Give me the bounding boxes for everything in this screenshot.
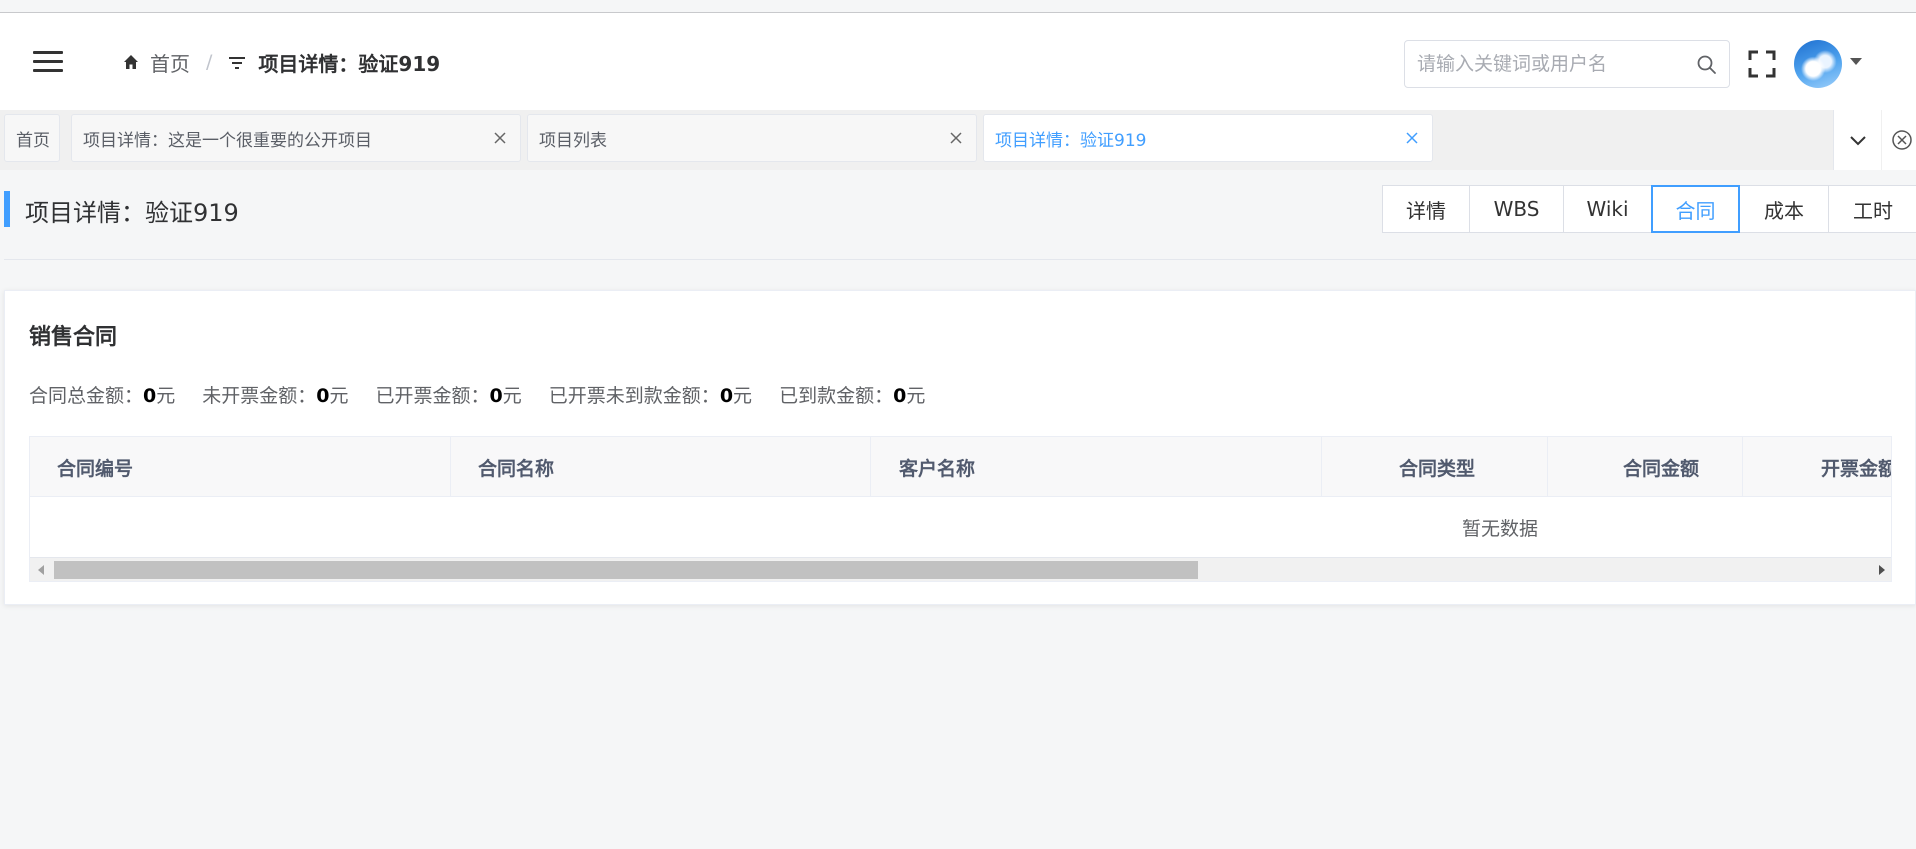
tab-contract[interactable]: 合同 xyxy=(1651,185,1740,233)
breadcrumb-separator: / xyxy=(206,51,213,73)
column-header: 合同金额 xyxy=(1548,437,1743,497)
home-icon xyxy=(124,55,138,69)
chevron-down-icon xyxy=(1850,136,1866,146)
table-header: 合同编号 合同名称 客户名称 合同类型 合同金额 开票金额 xyxy=(30,437,1891,497)
search-icon[interactable] xyxy=(1695,53,1719,77)
close-icon[interactable] xyxy=(1404,130,1420,146)
tag-project-detail-public[interactable]: 项目详情：这是一个很重要的公开项目 xyxy=(71,114,521,162)
column-header: 客户名称 xyxy=(871,437,1322,497)
avatar[interactable] xyxy=(1794,40,1842,88)
circle-close-icon xyxy=(1892,130,1912,150)
filter-icon xyxy=(229,57,246,69)
sales-contract-card: 销售合同 合同总金额：0元 未开票金额：0元 已开票金额：0元 已开票未到款金额… xyxy=(4,290,1916,605)
tag-home[interactable]: 首页 xyxy=(4,114,60,162)
breadcrumb: 首页 / 项目详情：验证919 xyxy=(122,47,440,77)
tab-label: WBS xyxy=(1493,197,1540,221)
empty-placeholder: 暂无数据 xyxy=(30,497,1891,557)
tab-worktime[interactable]: 工时 xyxy=(1828,185,1916,233)
header: 首页 / 项目详情：验证919 xyxy=(0,13,1916,110)
column-header: 合同类型 xyxy=(1322,437,1548,497)
horizontal-scrollbar[interactable] xyxy=(30,557,1891,581)
contract-summary: 合同总金额：0元 未开票金额：0元 已开票金额：0元 已开票未到款金额：0元 已… xyxy=(29,381,952,408)
close-icon[interactable] xyxy=(492,130,508,146)
breadcrumb-current: 项目详情：验证919 xyxy=(228,48,440,77)
tab-cost[interactable]: 成本 xyxy=(1739,185,1829,233)
breadcrumb-current-label: 项目详情：验证919 xyxy=(258,51,441,76)
tab-label: 工时 xyxy=(1853,198,1893,223)
tags-close-all-button[interactable] xyxy=(1882,110,1916,170)
tab-label: 详情 xyxy=(1406,198,1446,223)
summary-invoiced: 已开票金额：0元 xyxy=(375,385,522,407)
tag-label: 首页 xyxy=(16,130,50,151)
tag-project-detail-current[interactable]: 项目详情：验证919 xyxy=(983,114,1433,162)
tag-label: 项目列表 xyxy=(539,130,607,151)
close-icon[interactable] xyxy=(948,130,964,146)
tags-more-button[interactable] xyxy=(1833,110,1881,170)
divider xyxy=(4,259,1916,260)
breadcrumb-home[interactable]: 首页 xyxy=(122,48,190,77)
project-tabs: 详情 WBS Wiki 合同 成本 工时 xyxy=(1382,185,1916,233)
contract-table: 合同编号 合同名称 客户名称 合同类型 合同金额 开票金额 暂无数据 xyxy=(29,436,1892,582)
breadcrumb-home-label[interactable]: 首页 xyxy=(150,48,190,77)
tag-label: 项目详情：这是一个很重要的公开项目 xyxy=(83,130,372,151)
column-header: 合同名称 xyxy=(451,437,871,497)
column-header: 开票金额 xyxy=(1743,437,1891,497)
search-input[interactable] xyxy=(1406,42,1676,86)
scroll-left-icon[interactable] xyxy=(38,565,44,575)
scrollbar-thumb[interactable] xyxy=(54,561,1198,579)
summary-uninvoiced: 未开票金额：0元 xyxy=(202,385,349,407)
summary-total: 合同总金额：0元 xyxy=(29,385,176,407)
search-box xyxy=(1404,40,1730,88)
summary-invoiced-unpaid: 已开票未到款金额：0元 xyxy=(548,385,753,407)
page-title: 项目详情：验证919 xyxy=(25,199,239,227)
tab-label: 成本 xyxy=(1764,198,1804,223)
tab-wbs[interactable]: WBS xyxy=(1469,185,1564,233)
title-accent-bar xyxy=(4,191,10,227)
tab-wiki[interactable]: Wiki xyxy=(1563,185,1652,233)
card-title: 销售合同 xyxy=(29,325,118,350)
fullscreen-icon[interactable] xyxy=(1748,50,1776,78)
menu-toggle-icon[interactable] xyxy=(33,51,63,73)
tag-project-list[interactable]: 项目列表 xyxy=(527,114,977,162)
column-header: 合同编号 xyxy=(30,437,451,497)
tags-view: 首页 项目详情：这是一个很重要的公开项目 项目列表 项目详情：验证919 xyxy=(0,110,1916,170)
tab-label: 合同 xyxy=(1675,198,1716,223)
scroll-right-icon[interactable] xyxy=(1879,565,1885,575)
empty-text: 暂无数据 xyxy=(1462,517,1539,540)
tab-detail[interactable]: 详情 xyxy=(1382,185,1470,233)
caret-down-icon[interactable] xyxy=(1850,58,1862,65)
tab-label: Wiki xyxy=(1586,197,1629,221)
summary-received: 已到款金额：0元 xyxy=(779,385,926,407)
tag-label: 项目详情：验证919 xyxy=(995,130,1147,151)
